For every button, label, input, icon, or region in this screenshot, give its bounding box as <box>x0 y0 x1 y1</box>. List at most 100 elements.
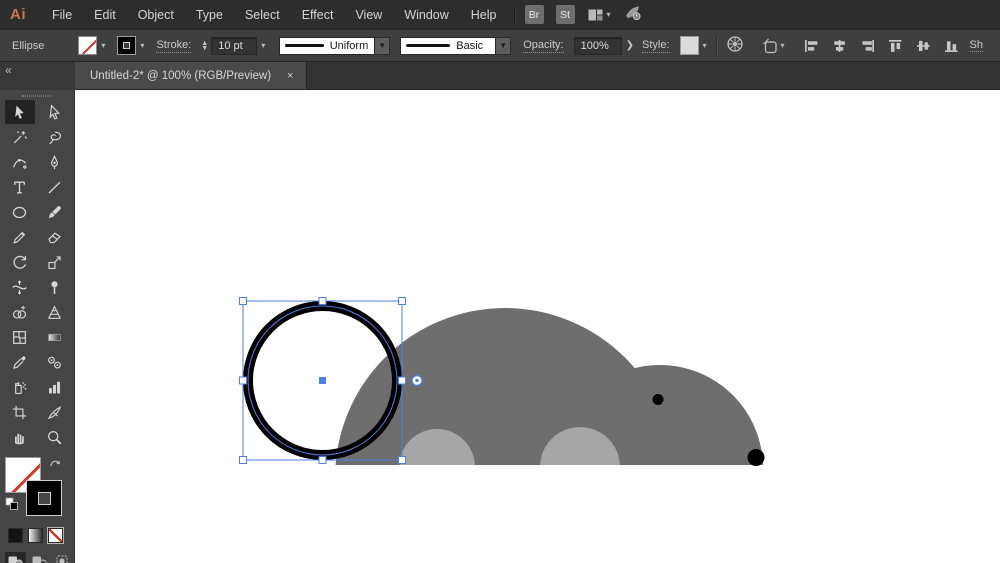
vertical-align-center-icon[interactable] <box>915 38 932 54</box>
fill-color-control[interactable]: ▾ <box>78 36 105 55</box>
selection-handle[interactable] <box>398 376 406 385</box>
magic-wand-tool[interactable] <box>5 125 35 149</box>
ellipse-tool[interactable] <box>5 200 35 224</box>
lasso-icon <box>49 131 62 144</box>
stock-icon[interactable]: St <box>555 5 575 24</box>
direct-selection-tool[interactable] <box>40 100 70 124</box>
menu-window[interactable]: Window <box>393 8 459 22</box>
chevron-down-icon[interactable]: ▼ <box>496 36 512 55</box>
pencil-icon <box>13 231 26 244</box>
chevron-down-icon[interactable]: ▾ <box>261 41 265 50</box>
menu-view[interactable]: View <box>344 8 393 22</box>
menu-type[interactable]: Type <box>185 8 234 22</box>
gradient-tool[interactable] <box>40 325 70 349</box>
shape-properties-button[interactable]: ▾ <box>760 37 785 55</box>
perspective-grid-tool[interactable] <box>40 300 70 324</box>
menu-edit[interactable]: Edit <box>83 8 127 22</box>
artboard-tool[interactable] <box>5 400 35 424</box>
selection-handle[interactable] <box>239 376 247 385</box>
opacity-value[interactable]: 100% <box>573 36 622 55</box>
canvas[interactable] <box>75 90 1000 563</box>
brush-definition-dropdown[interactable]: Basic ▼ <box>400 36 512 55</box>
toolbox-collapse-button[interactable]: « <box>0 62 75 90</box>
rotate-tool[interactable] <box>5 250 35 274</box>
lasso-tool[interactable] <box>40 125 70 149</box>
pencil-tool[interactable] <box>5 225 35 249</box>
stroke-proxy-black-swatch[interactable] <box>26 480 62 516</box>
selection-icon <box>15 105 24 119</box>
curvature-tool[interactable] <box>5 150 35 174</box>
horizontal-align-center-icon[interactable] <box>831 38 848 54</box>
default-fill-stroke-icon[interactable] <box>5 497 19 511</box>
selection-handle[interactable] <box>239 456 247 464</box>
vertical-align-top-icon[interactable] <box>887 38 904 54</box>
selection-handle[interactable] <box>398 456 406 464</box>
magic-wand-icon <box>13 130 28 143</box>
hand-tool[interactable] <box>5 425 35 449</box>
stroke-color-control[interactable]: ▾ <box>117 36 144 55</box>
truncated-shape-label[interactable]: Sh <box>969 39 984 52</box>
selection-handle[interactable] <box>398 297 406 305</box>
stroke-weight-value[interactable]: 10 pt <box>211 36 258 55</box>
apply-none-button[interactable] <box>48 528 63 543</box>
vertical-align-bottom-icon[interactable] <box>943 38 960 54</box>
artboard-svg[interactable] <box>75 90 1000 563</box>
horizontal-align-left-icon[interactable] <box>803 38 820 54</box>
horizontal-align-right-icon[interactable] <box>859 38 876 54</box>
workspace-switcher[interactable]: ▾ <box>587 7 611 23</box>
graphic-style-swatch[interactable] <box>679 36 699 55</box>
shape-builder-tool[interactable] <box>5 300 35 324</box>
symbol-sprayer-tool[interactable] <box>5 375 35 399</box>
menu-select[interactable]: Select <box>234 8 291 22</box>
selection-tool[interactable] <box>4 100 35 124</box>
chevron-down-icon: ▾ <box>606 10 611 19</box>
column-graph-tool[interactable] <box>40 375 70 399</box>
zoom-tool[interactable] <box>40 425 70 449</box>
elephant-nose-shape[interactable] <box>747 449 765 466</box>
document-tab[interactable]: Untitled-2* @ 100% (RGB/Preview) × <box>75 62 308 89</box>
eraser-tool[interactable] <box>40 225 70 249</box>
opacity-label[interactable]: Opacity: <box>523 39 564 53</box>
chevron-down-icon[interactable]: ▼ <box>375 36 391 55</box>
draw-behind-button[interactable] <box>29 552 50 563</box>
toolbox-grip[interactable] <box>22 95 52 97</box>
close-icon[interactable]: × <box>287 70 293 82</box>
apply-color-button[interactable] <box>8 528 23 543</box>
selection-center-point[interactable] <box>319 377 326 384</box>
column-graph-icon <box>48 381 61 393</box>
mesh-tool[interactable] <box>5 325 35 349</box>
swap-fill-stroke-icon[interactable] <box>49 457 63 469</box>
selection-handle[interactable] <box>318 456 327 464</box>
paintbrush-tool[interactable] <box>40 200 70 224</box>
stroke-weight-stepper[interactable]: ▲ ▼ <box>201 40 208 52</box>
elephant-eye-shape[interactable] <box>652 394 664 405</box>
menu-file[interactable]: File <box>41 8 83 22</box>
menu-object[interactable]: Object <box>127 8 185 22</box>
draw-inside-button[interactable] <box>53 552 74 563</box>
scale-tool[interactable] <box>40 250 70 274</box>
draw-normal-button[interactable] <box>5 552 26 563</box>
eyedropper-tool[interactable] <box>5 350 35 374</box>
recolor-artwork-button[interactable] <box>726 35 744 56</box>
blend-tool[interactable] <box>40 350 70 374</box>
apply-gradient-button[interactable] <box>28 528 43 543</box>
opacity-more-options[interactable]: ❯ <box>626 40 634 51</box>
style-label[interactable]: Style: <box>642 39 670 53</box>
type-tool[interactable] <box>5 175 35 199</box>
line-segment-tool[interactable] <box>40 175 70 199</box>
chevron-down-icon[interactable]: ▾ <box>703 41 707 50</box>
gpu-performance-icon[interactable] <box>623 4 643 25</box>
puppet-warp-tool[interactable] <box>40 275 70 299</box>
menu-effect[interactable]: Effect <box>291 8 345 22</box>
width-profile-dropdown[interactable]: Uniform ▼ <box>279 36 391 55</box>
menu-help[interactable]: Help <box>460 8 508 22</box>
stroke-weight-label[interactable]: Stroke: <box>156 39 192 53</box>
stroke-black-swatch[interactable] <box>117 36 137 55</box>
width-tool[interactable] <box>5 275 35 299</box>
fill-none-swatch[interactable] <box>78 36 98 55</box>
pen-tool[interactable] <box>40 150 70 174</box>
selection-handle[interactable] <box>318 297 327 305</box>
slice-tool[interactable] <box>40 400 70 424</box>
bridge-icon[interactable]: Br <box>524 5 544 24</box>
selection-handle[interactable] <box>239 297 247 305</box>
